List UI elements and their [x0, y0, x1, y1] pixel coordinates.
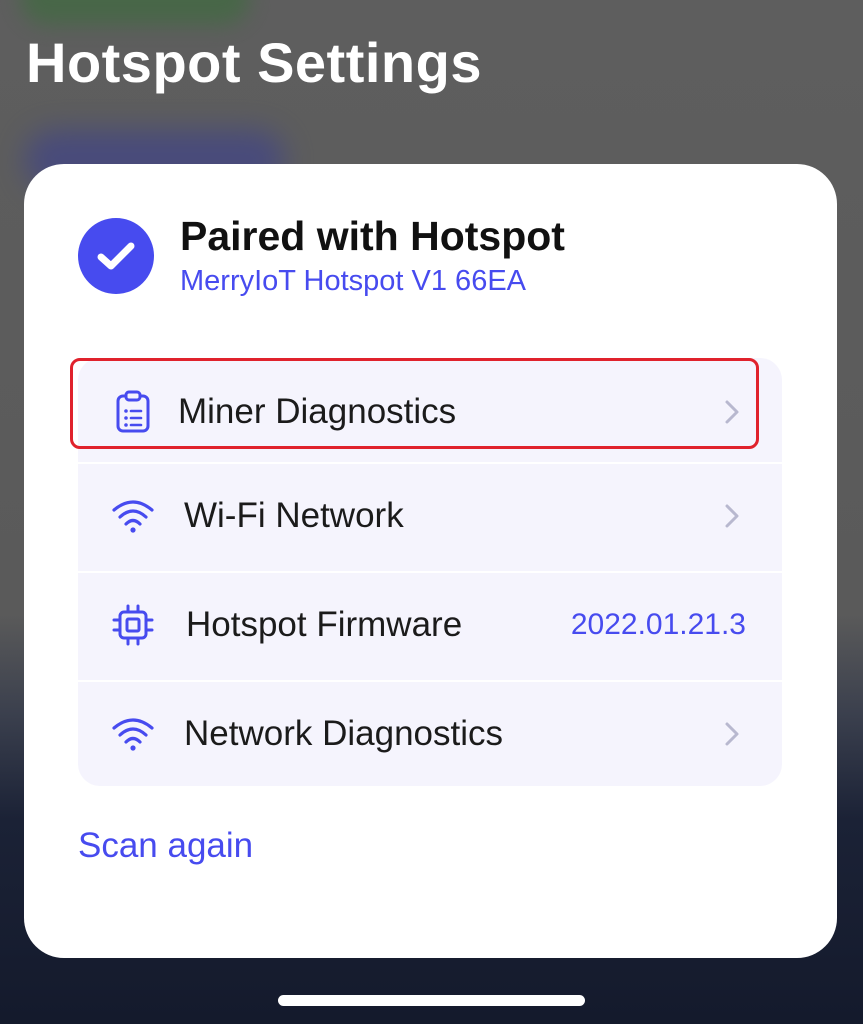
firmware-version: 2022.01.21.3 [570, 608, 746, 641]
paired-title: Paired with Hotspot [180, 213, 565, 259]
menu-item-hotspot-firmware[interactable]: Hotspot Firmware 2022.01.21.3 [78, 571, 782, 679]
menu-item-wifi-network[interactable]: Wi-Fi Network [78, 462, 782, 570]
screen-title: Hotspot Settings [26, 31, 482, 94]
menu-item-label: Wi-Fi Network [184, 496, 404, 535]
paired-device-name: MerryIoT Hotspot V1 66EA [180, 265, 527, 297]
wifi-icon [110, 493, 156, 539]
settings-menu-list: Miner Diagnostics Wi-Fi Network Hotspot … [70, 358, 782, 788]
hotspot-settings-sheet: Paired with Hotspot MerryIoT Hotspot V1 … [24, 164, 837, 958]
chevron-right-icon [722, 501, 742, 531]
paired-text: Paired with Hotspot MerryIoT Hotspot V1 … [180, 214, 565, 298]
clipboard-list-icon [110, 389, 156, 435]
menu-item-label: Miner Diagnostics [178, 392, 457, 431]
menu-item-label: Hotspot Firmware [186, 605, 463, 644]
chevron-right-icon [722, 397, 742, 427]
home-indicator[interactable] [278, 995, 585, 1006]
chip-icon [110, 602, 156, 648]
chevron-right-icon [722, 719, 742, 749]
menu-item-network-diagnostics[interactable]: Network Diagnostics [78, 680, 782, 788]
menu-item-label: Network Diagnostics [184, 714, 503, 753]
menu-item-miner-diagnostics[interactable]: Miner Diagnostics [70, 358, 782, 466]
background-blur-green [20, 0, 250, 25]
paired-header: Paired with Hotspot MerryIoT Hotspot V1 … [78, 214, 565, 298]
scan-again-link[interactable]: Scan again [78, 826, 253, 866]
check-circle-icon [78, 218, 154, 294]
wifi-icon [110, 711, 156, 757]
